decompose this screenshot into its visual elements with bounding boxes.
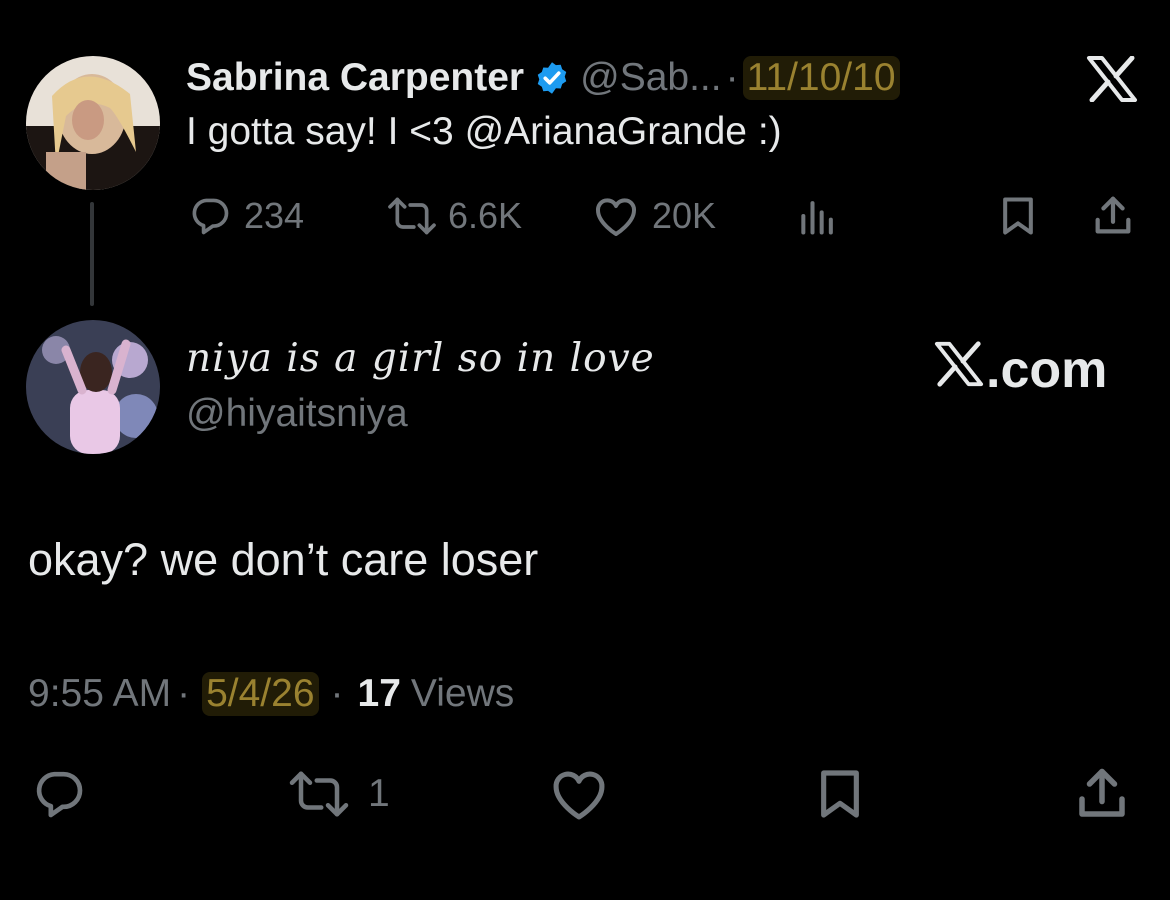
sabrina-avatar[interactable] <box>26 56 160 190</box>
reply-button[interactable]: 234 <box>188 192 304 240</box>
author-name[interactable]: Sabrina Carpenter <box>186 56 524 100</box>
reply-author-name[interactable]: niya is a girl so in love <box>186 336 655 381</box>
share-icon <box>1090 193 1136 239</box>
bookmark-icon <box>996 193 1040 239</box>
original-post-header: Sabrina Carpenter @Sab... · 11/10/10 <box>186 50 900 106</box>
repost-icon <box>284 767 354 821</box>
reply-text: okay? we don’t care loser <box>28 534 539 585</box>
bookmark-button[interactable] <box>812 770 868 818</box>
like-count: 20K <box>652 195 717 236</box>
share-icon <box>1072 764 1132 824</box>
like-button[interactable] <box>548 770 610 820</box>
views-icon <box>796 194 840 238</box>
reply-icon <box>188 194 232 238</box>
reply-button[interactable] <box>30 770 88 818</box>
x-logo-icon <box>1086 55 1138 107</box>
x-logo-icon <box>934 340 986 400</box>
watermark-text: .com <box>986 341 1108 399</box>
repost-count: 1 <box>368 772 390 815</box>
separator-dot: · <box>177 672 191 715</box>
like-icon <box>548 766 610 822</box>
bookmark-icon <box>812 765 868 823</box>
views-button[interactable] <box>796 192 840 240</box>
reply-meta: 9:55 AM · 5/4/26 · 17 Views <box>28 672 514 716</box>
reply-count: 234 <box>244 195 305 236</box>
reply-actions: 1 <box>0 768 1170 820</box>
niya-avatar[interactable] <box>26 320 160 454</box>
separator-dot: · <box>330 672 344 715</box>
like-button[interactable]: 20K <box>592 192 716 240</box>
share-button[interactable] <box>1072 768 1132 818</box>
bookmark-button[interactable] <box>996 192 1040 240</box>
views-label[interactable]: Views <box>411 672 514 716</box>
separator-dot: · <box>725 56 739 99</box>
original-post-actions: 234 6.6K 20K <box>0 192 1170 240</box>
reply-date[interactable]: 5/4/26 <box>202 672 319 716</box>
like-icon <box>592 194 640 238</box>
repost-count: 6.6K <box>448 195 523 236</box>
reply-author-handle[interactable]: @hiyaitsniya <box>186 392 408 436</box>
post-date[interactable]: 11/10/10 <box>742 56 900 100</box>
repost-button[interactable]: 6.6K <box>384 192 522 240</box>
reply-time[interactable]: 9:55 AM <box>28 672 171 716</box>
author-handle[interactable]: @Sab... <box>580 56 722 100</box>
original-post-text: I gotta say! I <3 @ArianaGrande :) <box>186 110 782 153</box>
share-button[interactable] <box>1090 192 1136 240</box>
x-com-watermark: .com <box>934 340 1107 400</box>
views-count: 17 <box>357 672 401 715</box>
repost-icon <box>384 194 440 238</box>
reply-icon <box>30 766 88 822</box>
repost-button[interactable]: 1 <box>284 770 390 818</box>
verified-badge-icon <box>534 60 570 96</box>
